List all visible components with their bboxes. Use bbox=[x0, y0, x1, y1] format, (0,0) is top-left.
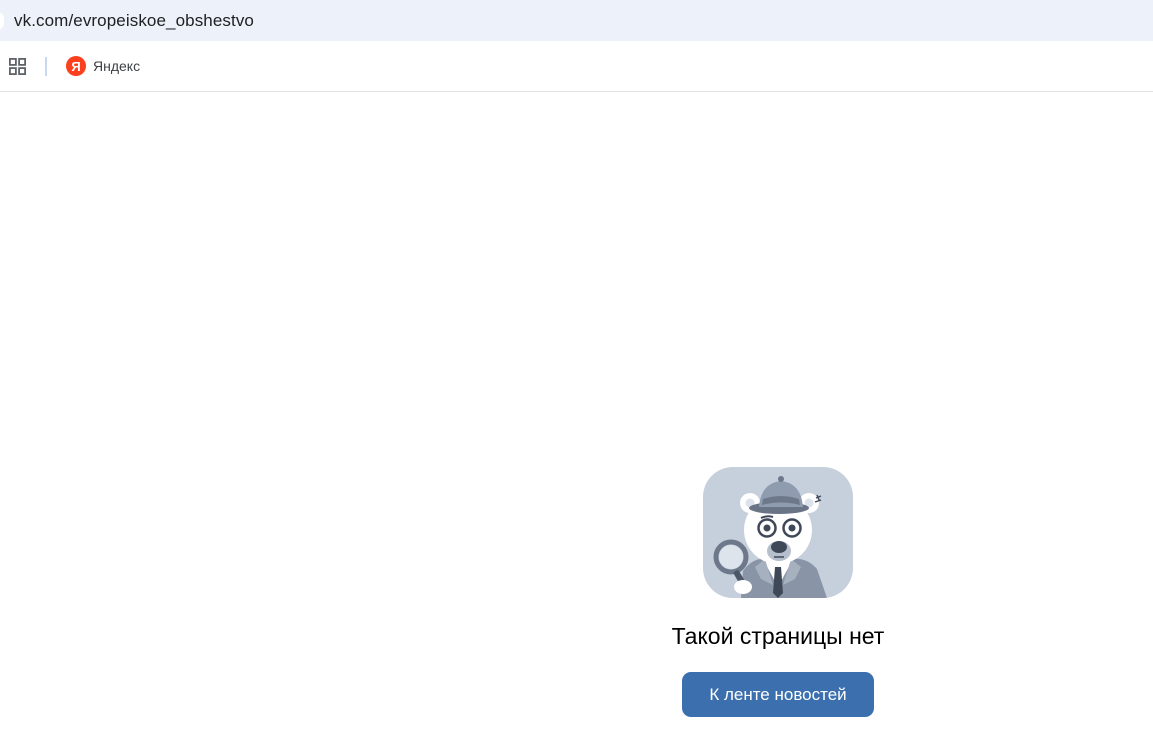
yandex-logo-icon: Я bbox=[66, 56, 86, 76]
bookmark-yandex[interactable]: Я Яндекс bbox=[66, 56, 140, 76]
detective-bear-illustration bbox=[703, 467, 853, 598]
news-feed-button[interactable]: К ленте новостей bbox=[682, 672, 874, 717]
page-title: Такой страницы нет bbox=[671, 623, 885, 649]
bookmarks-bar: Я Яндекс bbox=[0, 41, 1153, 92]
address-bar[interactable]: vk.com/evropeiskoe_obshestvo bbox=[0, 0, 1153, 41]
address-url[interactable]: vk.com/evropeiskoe_obshestvo bbox=[14, 11, 254, 31]
apps-grid-icon[interactable] bbox=[9, 58, 26, 75]
bookmarks-divider bbox=[45, 57, 47, 76]
bookmark-label: Яндекс bbox=[93, 58, 141, 74]
address-bar-left-edge bbox=[0, 12, 4, 30]
